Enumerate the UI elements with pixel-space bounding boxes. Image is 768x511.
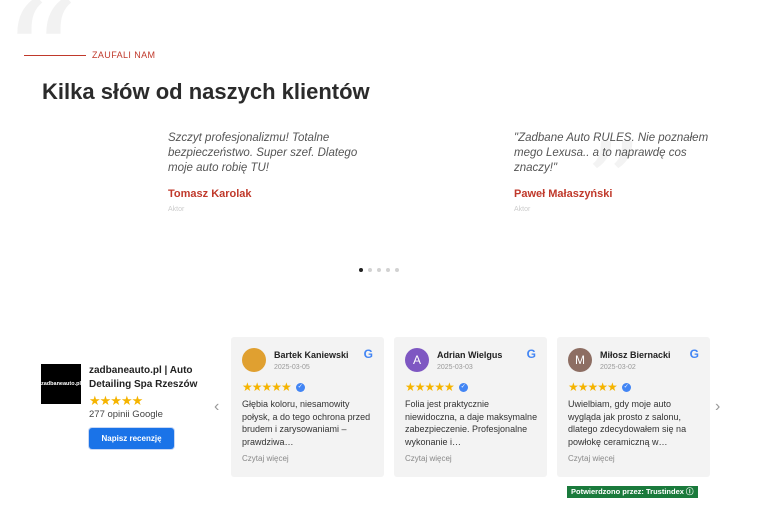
company-name[interactable]: zadbaneauto.pl | Auto Detailing Spa Rzes…	[89, 364, 211, 392]
verified-icon: ✓	[295, 382, 305, 392]
section-eyebrow: ZAUFALI NAM	[24, 50, 155, 60]
review-text: Głębia koloru, niesamowity połysk, a do …	[242, 399, 371, 447]
eyebrow-label: ZAUFALI NAM	[92, 50, 156, 60]
company-logo: zadbaneauto.pl	[41, 364, 81, 404]
verified-icon: ✓	[621, 382, 631, 392]
review-date: 2025-03-02	[600, 364, 636, 371]
carousel-dot[interactable]	[359, 268, 363, 272]
google-icon: G	[526, 347, 536, 361]
review-card: A Adrian Wielgus 2025-03-03 G ★★★★★ ✓ Fol…	[394, 337, 547, 477]
eyebrow-line	[24, 54, 86, 56]
carousel-dot[interactable]	[395, 268, 399, 272]
trustindex-badge[interactable]: Potwierdzono przez: Trustindex ⓘ	[567, 486, 698, 498]
testimonial-slide: Szczyt profesjonalizmu! Totalne bezpiecz…	[168, 131, 383, 213]
carousel-dot[interactable]	[386, 268, 390, 272]
reviewer-name[interactable]: Miłosz Biernacki	[600, 350, 671, 360]
review-text: Folia jest praktycznie niewidoczna, a da…	[405, 399, 538, 447]
carousel-dot[interactable]	[368, 268, 372, 272]
company-rating-stars: ★★★★★	[89, 393, 143, 408]
section-heading: Kilka słów od naszych klientów	[42, 79, 370, 104]
testimonial-role: Aktor	[168, 206, 185, 213]
read-more-link[interactable]: Czytaj więcej	[242, 454, 289, 463]
review-stars-label: ★★★★★	[405, 380, 455, 394]
read-more-link[interactable]: Czytaj więcej	[405, 454, 452, 463]
carousel-dot[interactable]	[377, 268, 381, 272]
review-card: M Miłosz Biernacki 2025-03-02 G ★★★★★ ✓ U…	[557, 337, 710, 477]
google-icon: G	[689, 347, 699, 361]
testimonial-slide: "Zadbane Auto RULES. Nie poznałem mego L…	[514, 131, 729, 213]
review-card: Bartek Kaniewski 2025-03-05 G ★★★★★ ✓ Głę…	[231, 337, 384, 477]
testimonial-quote: Szczyt profesjonalizmu! Totalne bezpiecz…	[168, 132, 358, 174]
quote-decoration-icon: “	[2, 0, 79, 144]
review-text: Uwielbiam, gdy moje auto wygląda jak pro…	[568, 399, 687, 447]
review-stars: ★★★★★ ✓	[405, 380, 468, 394]
reviewer-avatar	[242, 348, 266, 372]
testimonial-author: Tomasz Karolak	[168, 188, 252, 200]
reviewer-avatar: A	[405, 348, 429, 372]
review-stars-label: ★★★★★	[242, 380, 292, 394]
next-arrow-icon[interactable]: ›	[715, 398, 720, 416]
reviewer-avatar: M	[568, 348, 592, 372]
review-stars: ★★★★★ ✓	[242, 380, 305, 394]
testimonial-author: Paweł Małaszyński	[514, 188, 613, 200]
review-date: 2025-03-05	[274, 364, 310, 371]
review-stars: ★★★★★ ✓	[568, 380, 631, 394]
prev-arrow-icon[interactable]: ‹	[214, 398, 219, 416]
review-stars-label: ★★★★★	[568, 380, 618, 394]
testimonial-quote: "Zadbane Auto RULES. Nie poznałem mego L…	[514, 132, 709, 174]
google-icon: G	[363, 347, 373, 361]
read-more-link[interactable]: Czytaj więcej	[568, 454, 615, 463]
verified-icon: ✓	[458, 382, 468, 392]
reviews-count: 277 opinii Google	[89, 409, 163, 420]
reviewer-name[interactable]: Bartek Kaniewski	[274, 350, 349, 360]
testimonial-role: Aktor	[514, 206, 531, 213]
reviewer-name[interactable]: Adrian Wielgus	[437, 350, 502, 360]
review-date: 2025-03-03	[437, 364, 473, 371]
carousel-dots	[359, 268, 399, 272]
write-review-button[interactable]: Napisz recenzję	[89, 428, 174, 449]
